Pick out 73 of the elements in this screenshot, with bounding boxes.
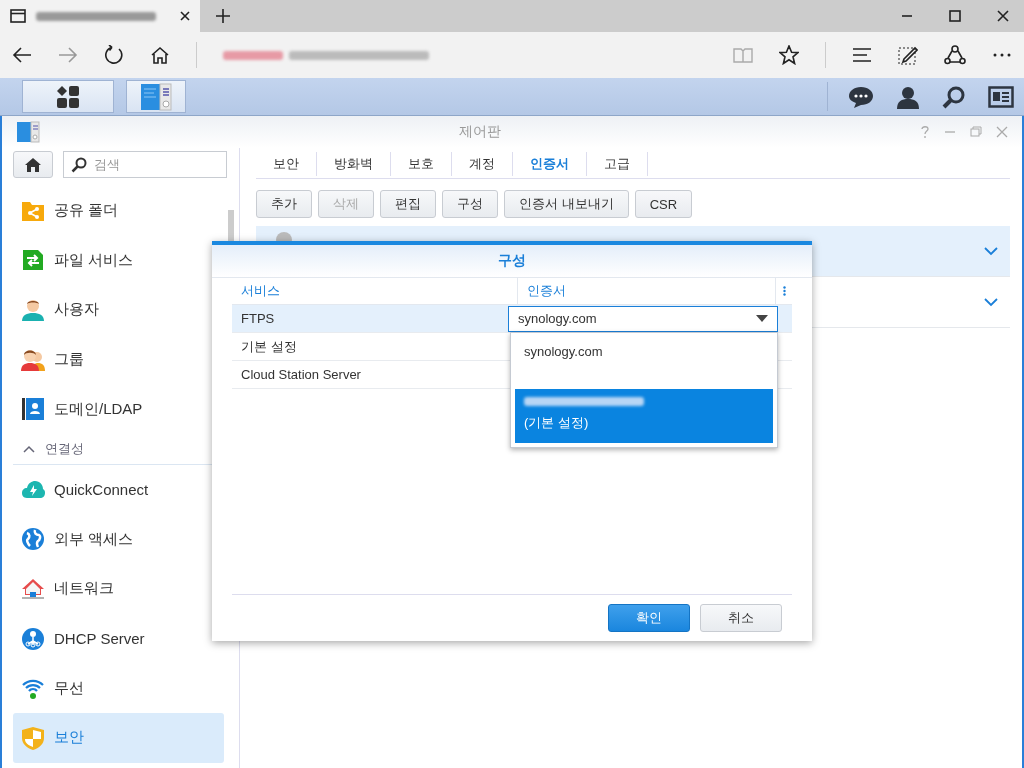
tab[interactable]: 인증서 — [513, 152, 587, 176]
dropdown-option[interactable]: synology.com — [515, 337, 773, 379]
service-cell-text: Cloud Station Server — [240, 367, 362, 382]
sidebar-item[interactable]: 네트워크 — [13, 564, 224, 614]
sidebar-item-icon — [21, 527, 45, 552]
maximize-icon[interactable] — [948, 9, 962, 23]
forward-icon[interactable] — [58, 46, 78, 64]
chevron-up-icon — [23, 444, 35, 453]
sidebar-item-icon — [21, 626, 45, 651]
service-cell-text: FTPS — [240, 311, 276, 326]
search-icon[interactable] — [942, 84, 966, 109]
sidebar-item[interactable]: DHCP Server — [13, 613, 224, 664]
browser-tab[interactable] — [0, 0, 200, 32]
plus-icon[interactable] — [216, 9, 230, 23]
sidebar-item[interactable]: 외부 액세스 — [13, 514, 224, 565]
back-icon[interactable] — [12, 46, 32, 64]
window-title: 제어판 — [458, 123, 502, 141]
caret-down-icon — [756, 315, 768, 322]
user-icon[interactable] — [896, 84, 920, 109]
toolbar-button[interactable]: CSR — [634, 190, 693, 218]
dialog-title: 구성 — [212, 245, 812, 278]
sidebar-item[interactable]: 무선 — [13, 663, 224, 713]
search-icon — [71, 157, 87, 173]
sidebar-item-icon — [21, 248, 45, 273]
search-field[interactable]: 검색 — [63, 151, 227, 178]
home-icon[interactable] — [150, 46, 170, 64]
chevron-down-icon[interactable] — [984, 246, 998, 256]
control-panel-icon — [140, 82, 172, 111]
toolbar-button[interactable]: 편집 — [380, 190, 436, 218]
table-row[interactable]: FTPS synology.com — [232, 305, 792, 333]
sidebar-item-icon — [21, 298, 45, 322]
home-icon — [24, 156, 42, 173]
toolbar-button[interactable]: 추가 — [256, 190, 312, 218]
column-header[interactable]: 인증서 — [518, 278, 776, 304]
tab[interactable]: 계정 — [452, 152, 513, 176]
tab[interactable]: 보안 — [256, 152, 317, 176]
sidebar-item[interactable]: 보안 — [13, 712, 224, 763]
star-icon[interactable] — [779, 45, 799, 65]
sidebar-item[interactable]: 그룹 — [13, 334, 224, 385]
grid-icon — [56, 84, 80, 109]
sidebar-item[interactable]: 공유 폴더 — [13, 186, 224, 236]
sidebar-item-icon — [21, 576, 45, 601]
share-icon[interactable] — [944, 45, 966, 65]
refresh-icon[interactable] — [104, 45, 124, 65]
chevron-down-icon[interactable] — [984, 297, 998, 307]
cancel-button[interactable]: 취소 — [700, 604, 782, 632]
close-icon[interactable] — [180, 11, 190, 21]
redacted-url — [223, 50, 283, 60]
tab[interactable]: 보호 — [391, 152, 452, 176]
widgets-icon[interactable] — [988, 85, 1014, 108]
home-button[interactable] — [13, 151, 53, 178]
window-icon — [10, 9, 26, 23]
column-menu-icon[interactable] — [782, 286, 786, 296]
service-cell-text: 기본 설정 — [240, 337, 298, 356]
sidebar-item-icon — [21, 725, 45, 750]
sidebar-item[interactable]: 사용자 — [13, 285, 224, 335]
toolbar-button[interactable]: 구성 — [442, 190, 498, 218]
chat-icon[interactable] — [848, 84, 874, 109]
sidebar-item-icon — [21, 397, 45, 422]
control-panel-icon — [16, 121, 40, 143]
tab[interactable]: 고급 — [587, 152, 648, 176]
dropdown-option[interactable]: (기본 설정) — [515, 389, 773, 443]
close-icon[interactable] — [996, 9, 1010, 23]
certificate-dropdown[interactable]: synology.com — [508, 305, 778, 332]
sidebar-item[interactable]: QuickConnect — [13, 464, 224, 515]
toolbar-button[interactable]: 인증서 내보내기 — [504, 190, 629, 218]
sidebar-item-icon — [21, 347, 45, 372]
main-menu-button[interactable] — [22, 80, 114, 113]
sidebar-item[interactable]: 도메인/LDAP — [13, 384, 224, 434]
column-header[interactable]: 서비스 — [232, 278, 518, 304]
tab[interactable]: 방화벽 — [317, 152, 391, 176]
more-icon[interactable] — [992, 52, 1012, 58]
control-panel-taskbar-button[interactable] — [126, 80, 186, 113]
